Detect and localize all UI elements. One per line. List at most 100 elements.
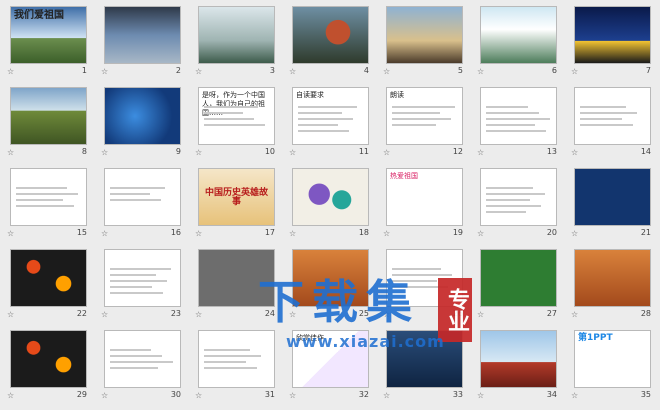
- slide-preview[interactable]: [198, 330, 275, 388]
- slide-thumbnail-8[interactable]: ☆ 8: [4, 85, 89, 163]
- slide-thumbnail-22[interactable]: ☆ 22: [4, 247, 89, 325]
- slide-preview[interactable]: [480, 330, 557, 388]
- slide-thumbnail-26[interactable]: ☆ 26: [380, 247, 465, 325]
- transition-star-icon[interactable]: ☆: [571, 391, 578, 400]
- slide-preview[interactable]: 中国历史英雄故事: [198, 168, 275, 226]
- slide-thumbnail-2[interactable]: ☆ 2: [98, 4, 183, 82]
- transition-star-icon[interactable]: ☆: [7, 391, 14, 400]
- transition-star-icon[interactable]: ☆: [289, 229, 296, 238]
- slide-preview[interactable]: 是呀，作为一个中国人，我们为自己的祖国……: [198, 87, 275, 145]
- transition-star-icon[interactable]: ☆: [383, 229, 390, 238]
- slide-preview[interactable]: [574, 6, 651, 64]
- slide-preview[interactable]: 热爱祖国: [386, 168, 463, 226]
- slide-preview[interactable]: [10, 168, 87, 226]
- slide-preview[interactable]: [480, 168, 557, 226]
- slide-thumbnail-10[interactable]: 是呀，作为一个中国人，我们为自己的祖国…… ☆ 10: [192, 85, 277, 163]
- slide-preview[interactable]: [386, 330, 463, 388]
- slide-thumbnail-7[interactable]: ☆ 7: [568, 4, 653, 82]
- transition-star-icon[interactable]: ☆: [7, 148, 14, 157]
- slide-preview[interactable]: [198, 249, 275, 307]
- transition-star-icon[interactable]: ☆: [195, 391, 202, 400]
- slide-thumbnail-13[interactable]: ☆ 13: [474, 85, 559, 163]
- slide-thumbnail-1[interactable]: 我们爱祖国 ☆ 1: [4, 4, 89, 82]
- transition-star-icon[interactable]: ☆: [289, 391, 296, 400]
- slide-preview[interactable]: [386, 6, 463, 64]
- transition-star-icon[interactable]: ☆: [195, 148, 202, 157]
- slide-thumbnail-12[interactable]: 朗读 ☆ 12: [380, 85, 465, 163]
- slide-thumbnail-28[interactable]: ☆ 28: [568, 247, 653, 325]
- slide-thumbnail-24[interactable]: ☆ 24: [192, 247, 277, 325]
- transition-star-icon[interactable]: ☆: [7, 67, 14, 76]
- slide-preview[interactable]: [198, 6, 275, 64]
- slide-preview[interactable]: 我们爱祖国: [10, 6, 87, 64]
- transition-star-icon[interactable]: ☆: [195, 229, 202, 238]
- slide-thumbnail-25[interactable]: ☆ 25: [286, 247, 371, 325]
- slide-preview[interactable]: [104, 87, 181, 145]
- slide-thumbnail-21[interactable]: ☆ 21: [568, 166, 653, 244]
- transition-star-icon[interactable]: ☆: [383, 67, 390, 76]
- transition-star-icon[interactable]: ☆: [383, 148, 390, 157]
- transition-star-icon[interactable]: ☆: [571, 67, 578, 76]
- slide-thumbnail-35[interactable]: 第1PPT ☆ 35: [568, 328, 653, 406]
- slide-thumbnail-3[interactable]: ☆ 3: [192, 4, 277, 82]
- slide-thumbnail-19[interactable]: 热爱祖国 ☆ 19: [380, 166, 465, 244]
- transition-star-icon[interactable]: ☆: [289, 67, 296, 76]
- slide-thumbnail-5[interactable]: ☆ 5: [380, 4, 465, 82]
- slide-preview[interactable]: [104, 330, 181, 388]
- transition-star-icon[interactable]: ☆: [477, 310, 484, 319]
- transition-star-icon[interactable]: ☆: [477, 229, 484, 238]
- slide-thumbnail-6[interactable]: ☆ 6: [474, 4, 559, 82]
- slide-thumbnail-11[interactable]: 自读要求 ☆ 11: [286, 85, 371, 163]
- slide-thumbnail-4[interactable]: ☆ 4: [286, 4, 371, 82]
- slide-preview[interactable]: [480, 87, 557, 145]
- transition-star-icon[interactable]: ☆: [477, 67, 484, 76]
- slide-thumbnail-14[interactable]: ☆ 14: [568, 85, 653, 163]
- transition-star-icon[interactable]: ☆: [477, 391, 484, 400]
- transition-star-icon[interactable]: ☆: [195, 310, 202, 319]
- slide-preview[interactable]: [386, 249, 463, 307]
- slide-preview[interactable]: [292, 249, 369, 307]
- transition-star-icon[interactable]: ☆: [383, 310, 390, 319]
- slide-preview[interactable]: [10, 87, 87, 145]
- slide-thumbnail-30[interactable]: ☆ 30: [98, 328, 183, 406]
- slide-preview[interactable]: [104, 168, 181, 226]
- slide-preview[interactable]: [104, 6, 181, 64]
- slide-preview[interactable]: 朗读: [386, 87, 463, 145]
- transition-star-icon[interactable]: ☆: [383, 391, 390, 400]
- slide-thumbnail-32[interactable]: 欣赏佳作 ☆ 32: [286, 328, 371, 406]
- slide-preview[interactable]: [574, 249, 651, 307]
- transition-star-icon[interactable]: ☆: [195, 67, 202, 76]
- transition-star-icon[interactable]: ☆: [571, 148, 578, 157]
- transition-star-icon[interactable]: ☆: [571, 229, 578, 238]
- slide-preview[interactable]: 欣赏佳作: [292, 330, 369, 388]
- transition-star-icon[interactable]: ☆: [101, 229, 108, 238]
- slide-preview[interactable]: [574, 168, 651, 226]
- slide-thumbnail-17[interactable]: 中国历史英雄故事 ☆ 17: [192, 166, 277, 244]
- slide-thumbnail-23[interactable]: ☆ 23: [98, 247, 183, 325]
- transition-star-icon[interactable]: ☆: [101, 310, 108, 319]
- transition-star-icon[interactable]: ☆: [101, 67, 108, 76]
- transition-star-icon[interactable]: ☆: [7, 229, 14, 238]
- slide-thumbnail-9[interactable]: ☆ 9: [98, 85, 183, 163]
- transition-star-icon[interactable]: ☆: [101, 391, 108, 400]
- slide-thumbnail-34[interactable]: ☆ 34: [474, 328, 559, 406]
- transition-star-icon[interactable]: ☆: [101, 148, 108, 157]
- slide-thumbnail-29[interactable]: ☆ 29: [4, 328, 89, 406]
- slide-preview[interactable]: 第1PPT: [574, 330, 651, 388]
- slide-preview[interactable]: [104, 249, 181, 307]
- slide-preview[interactable]: [574, 87, 651, 145]
- transition-star-icon[interactable]: ☆: [477, 148, 484, 157]
- slide-preview[interactable]: [10, 249, 87, 307]
- transition-star-icon[interactable]: ☆: [571, 310, 578, 319]
- slide-thumbnail-18[interactable]: ☆ 18: [286, 166, 371, 244]
- transition-star-icon[interactable]: ☆: [289, 148, 296, 157]
- slide-preview[interactable]: 自读要求: [292, 87, 369, 145]
- slide-thumbnail-31[interactable]: ☆ 31: [192, 328, 277, 406]
- slide-preview[interactable]: [292, 168, 369, 226]
- slide-thumbnail-15[interactable]: ☆ 15: [4, 166, 89, 244]
- slide-thumbnail-27[interactable]: ☆ 27: [474, 247, 559, 325]
- slide-preview[interactable]: [480, 249, 557, 307]
- slide-thumbnail-20[interactable]: ☆ 20: [474, 166, 559, 244]
- slide-preview[interactable]: [292, 6, 369, 64]
- slide-preview[interactable]: [480, 6, 557, 64]
